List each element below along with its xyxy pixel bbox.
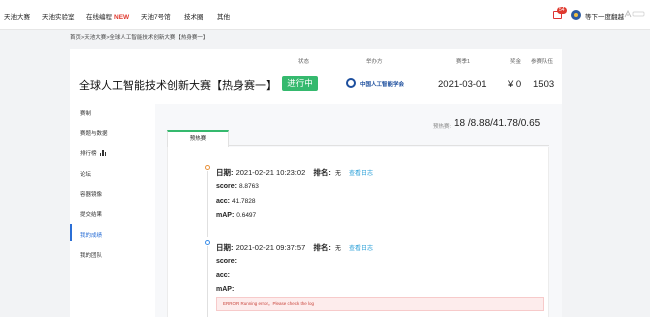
sidebar-item-my-scores[interactable]: 我的成绩	[80, 231, 102, 239]
metric-label: score:	[216, 183, 238, 190]
column-header-teams: 参赛队伍	[531, 59, 554, 65]
column-header-prize: 奖金	[510, 59, 522, 65]
metric-value: 8.8763	[239, 183, 259, 190]
column-header-status: 状态	[298, 59, 310, 65]
score-summary-value: 18 /8.88/41.78/0.65	[454, 118, 541, 129]
breadcrumb[interactable]: 首页>天池大赛>全球人工智能技术创新大赛【热身赛一】	[70, 33, 208, 41]
column-header-season: 赛季1	[456, 59, 471, 65]
timeline-dot-icon	[205, 165, 210, 170]
score-summary-label: 预热赛:	[433, 124, 452, 130]
sidebar-active-indicator	[70, 224, 72, 241]
date-label: 日期:	[216, 168, 234, 177]
username[interactable]: 等下一度翻越	[585, 11, 624, 21]
nav-item-other[interactable]: 其他	[217, 11, 230, 21]
nav-item-tech-circle[interactable]: 技术圈	[184, 11, 204, 21]
timeline-line	[207, 171, 208, 237]
nav-item-tianchi-lab[interactable]: 天池实验室	[42, 11, 75, 21]
metric-value: 41.7828	[232, 198, 256, 205]
sidebar-item-submit[interactable]: 提交结果	[80, 210, 102, 218]
view-log-link[interactable]: 查看日志	[349, 246, 373, 252]
record-header: 日期: 2021-02-21 09:37:57 排名: 无 查看日志	[216, 242, 373, 253]
sidebar-item-my-team[interactable]: 我的团队	[80, 251, 102, 259]
nav-item-online-coding[interactable]: 在线编程 NEW	[86, 11, 129, 21]
nav-item-online-coding-label: 在线编程	[86, 14, 112, 21]
sidebar-item-container-image[interactable]: 容器镜像	[80, 190, 102, 198]
competition-info-header: 状态 举办方 赛季1 奖金 参赛队伍 全球人工智能技术创新大赛【热身赛一】 进行…	[70, 49, 562, 104]
timeline-dot-icon	[205, 240, 210, 245]
metric-score: score: 8.8763	[216, 183, 259, 190]
tab-warmup[interactable]: 预热赛	[167, 130, 229, 147]
page-title: 全球人工智能技术创新大赛【热身赛一】	[79, 80, 277, 92]
sidebar-item-leaderboard[interactable]: 排行榜	[80, 149, 108, 157]
rank-label: 排名:	[313, 243, 331, 252]
view-log-link[interactable]: 查看日志	[349, 171, 373, 177]
rank-value: 无	[334, 171, 341, 177]
metric-label: mAP:	[216, 212, 235, 219]
metric-score: score:	[216, 258, 239, 265]
status-badge: 进行中	[282, 76, 318, 91]
record-date: 2021-02-21 09:37:57	[235, 243, 306, 252]
nav-item-tianchi-7[interactable]: 天池7号馆	[141, 11, 171, 21]
bar-chart-icon	[99, 150, 108, 156]
sidebar: 赛制 赛题与数据 排行榜 论坛 容器镜像 提交结果 我的成绩 我的团队	[70, 104, 155, 317]
nav-item-tianchi-competition[interactable]: 天池大赛	[4, 11, 30, 21]
avatar[interactable]	[571, 10, 581, 20]
record-date: 2021-02-21 10:23:02	[235, 168, 306, 177]
prize-value: ¥ 0	[508, 79, 522, 90]
sidebar-item-leaderboard-label: 排行榜	[80, 151, 97, 157]
metric-label: acc:	[216, 198, 231, 205]
organizer-name: 中国人工智能学会	[360, 82, 405, 88]
rank-label: 排名:	[313, 168, 331, 177]
metric-acc: acc:	[216, 272, 232, 279]
metric-label: score:	[216, 258, 238, 265]
record-header: 日期: 2021-02-21 10:23:02 排名: 无 查看日志	[216, 167, 373, 178]
sidebar-item-forum[interactable]: 论坛	[80, 170, 91, 178]
metric-label: mAP:	[216, 286, 235, 293]
timeline-line	[207, 246, 208, 317]
metric-acc: acc: 41.7828	[216, 198, 256, 205]
top-navbar: 天池大赛 天池实验室 在线编程 NEW 天池7号馆 技术圈 其他 54 等下一度翻…	[0, 0, 650, 30]
metric-map: mAP: 0.6497	[216, 212, 256, 219]
sidebar-item-data[interactable]: 赛题与数据	[80, 129, 108, 137]
new-badge: NEW	[114, 14, 130, 21]
metric-map: mAP:	[216, 286, 236, 293]
error-message: ERROR Running error。Please check the log	[216, 297, 544, 311]
aliyun-logo-icon	[624, 9, 646, 21]
message-count-badge: 54	[557, 7, 567, 14]
rank-value: 无	[334, 246, 341, 252]
teams-count: 1503	[533, 79, 555, 90]
sidebar-item-rules[interactable]: 赛制	[80, 109, 91, 117]
season-date: 2021-03-01	[438, 79, 487, 90]
metric-value: 0.6497	[236, 212, 257, 219]
organizer-logo-icon	[346, 78, 356, 88]
column-header-organizer: 举办方	[366, 59, 383, 65]
metric-label: acc:	[216, 272, 231, 279]
date-label: 日期:	[216, 243, 234, 252]
